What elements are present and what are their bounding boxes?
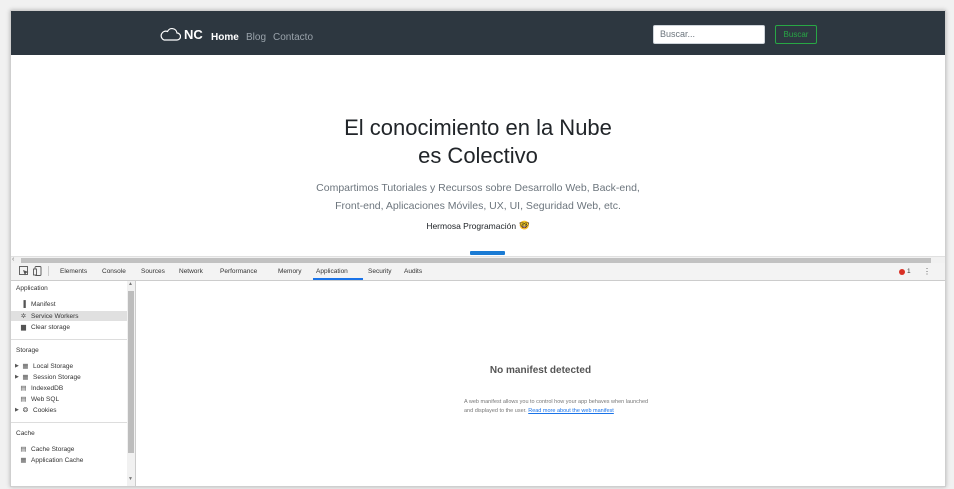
tab-memory[interactable]: Memory bbox=[278, 268, 301, 275]
sidebar-item-cookies[interactable]: ▶ ❂ Cookies bbox=[15, 406, 57, 415]
hero-title: El conocimiento en la Nube es Colectivo bbox=[11, 114, 945, 170]
manifest-panel: No manifest detected A web manifest allo… bbox=[136, 281, 945, 486]
read-more-link[interactable]: Read more about the web manifest bbox=[528, 408, 614, 414]
sidebar-item-label: Session Storage bbox=[33, 373, 81, 381]
tab-console[interactable]: Console bbox=[102, 268, 126, 275]
nav-blog-link[interactable]: Blog bbox=[246, 32, 266, 43]
hero-description: Compartimos Tutoriales y Recursos sobre … bbox=[11, 179, 945, 215]
tagline-text: Hermosa Programación bbox=[426, 220, 517, 231]
hero-tagline: Hermosa Programación 🤓 bbox=[11, 220, 945, 231]
site-navbar: NC Home Blog Contacto Buscar... Buscar bbox=[11, 11, 945, 55]
nav-home-link[interactable]: Home bbox=[211, 32, 239, 43]
grid-icon: ▦ bbox=[20, 457, 27, 464]
sidebar-item-web-sql[interactable]: ▤ Web SQL bbox=[19, 395, 60, 404]
sidebar-item-clear-storage[interactable]: ▆ Clear storage bbox=[19, 323, 71, 332]
hero-title-line2: es Colectivo bbox=[418, 143, 538, 168]
section-divider bbox=[11, 422, 127, 423]
sidebar-item-indexeddb[interactable]: ▤ IndexedDB bbox=[19, 384, 64, 393]
database-icon: ▤ bbox=[20, 385, 27, 392]
database-icon: ▤ bbox=[20, 396, 27, 403]
sidebar-item-label: Cache Storage bbox=[31, 445, 75, 453]
more-options-icon[interactable]: ⋮ bbox=[923, 267, 931, 276]
sidebar-item-label: Service Workers bbox=[31, 312, 79, 320]
sidebar-item-label: Cookies bbox=[33, 406, 57, 414]
gear-icon: ✲ bbox=[20, 313, 27, 320]
grid-icon: ▦ bbox=[22, 363, 29, 370]
tab-audits[interactable]: Audits bbox=[404, 268, 422, 275]
expand-arrow-icon[interactable]: ▶ bbox=[15, 363, 20, 369]
tab-performance[interactable]: Performance bbox=[220, 268, 257, 275]
expand-arrow-icon[interactable]: ▶ bbox=[15, 407, 20, 413]
sidebar-item-service-workers[interactable]: ✲ Service Workers bbox=[19, 312, 79, 321]
sidebar-item-label: Local Storage bbox=[33, 362, 74, 370]
tab-network[interactable]: Network bbox=[179, 268, 203, 275]
error-count: 1 bbox=[907, 268, 911, 275]
sidebar-item-session-storage[interactable]: ▶ ▦ Session Storage bbox=[15, 373, 81, 382]
application-sidebar: Application ▐ Manifest ✲ Service Workers… bbox=[11, 281, 136, 486]
grid-icon: ▦ bbox=[22, 374, 29, 381]
search-input[interactable]: Buscar... bbox=[653, 25, 765, 44]
tab-elements[interactable]: Elements bbox=[60, 268, 87, 275]
hero-cta-button[interactable] bbox=[470, 251, 505, 255]
sidebar-item-cache-storage[interactable]: ▤ Cache Storage bbox=[19, 445, 75, 454]
nav-contacto-link[interactable]: Contacto bbox=[273, 32, 313, 43]
hero-desc-line2: Front-end, Aplicaciones Móviles, UX, UI,… bbox=[335, 200, 621, 212]
sidebar-item-manifest[interactable]: ▐ Manifest bbox=[19, 301, 56, 308]
section-heading-cache: Cache bbox=[16, 430, 35, 437]
scroll-up-arrow-icon[interactable]: ▲ bbox=[128, 281, 133, 287]
sidebar-item-application-cache[interactable]: ▦ Application Cache bbox=[19, 456, 84, 465]
no-manifest-heading: No manifest detected bbox=[489, 365, 592, 376]
devtools-panel: Elements Console Sources Network Perform… bbox=[11, 263, 945, 486]
sidebar-item-label: Manifest bbox=[31, 301, 56, 308]
expand-arrow-icon[interactable]: ▶ bbox=[15, 374, 20, 380]
section-heading-storage: Storage bbox=[16, 347, 39, 354]
tab-sources[interactable]: Sources bbox=[141, 268, 165, 275]
hero-title-line1: El conocimiento en la Nube bbox=[344, 115, 612, 140]
browser-viewport: NC Home Blog Contacto Buscar... Buscar E… bbox=[10, 10, 946, 487]
cloud-icon bbox=[160, 27, 181, 41]
hero-desc-line1: Compartimos Tutoriales y Recursos sobre … bbox=[316, 182, 640, 194]
error-icon bbox=[899, 268, 905, 275]
scroll-down-arrow-icon[interactable]: ▼ bbox=[128, 476, 133, 482]
active-tab-indicator bbox=[313, 278, 363, 280]
trash-icon: ▆ bbox=[21, 324, 26, 331]
search-button[interactable]: Buscar bbox=[775, 25, 817, 44]
section-heading-application: Application bbox=[16, 285, 48, 292]
manifest-description: A web manifest allows you to control how… bbox=[464, 398, 654, 416]
nerd-face-icon: 🤓 bbox=[519, 220, 530, 230]
devtools-toolbar: Elements Console Sources Network Perform… bbox=[11, 263, 945, 281]
sidebar-item-label: Application Cache bbox=[31, 456, 84, 464]
sidebar-item-label: Web SQL bbox=[31, 395, 60, 403]
brand-logo[interactable]: NC bbox=[159, 25, 203, 43]
error-count-badge[interactable]: 1 bbox=[899, 268, 911, 275]
device-toolbar-icon[interactable] bbox=[33, 266, 43, 276]
section-divider bbox=[11, 339, 127, 340]
sidebar-scrollbar[interactable]: ▲ ▼ bbox=[127, 281, 135, 486]
sidebar-item-label: Clear storage bbox=[31, 323, 71, 331]
scrollbar-thumb[interactable] bbox=[128, 291, 134, 453]
toolbar-divider bbox=[48, 266, 49, 276]
cookie-icon: ❂ bbox=[22, 407, 29, 414]
sidebar-item-label: IndexedDB bbox=[31, 384, 64, 392]
database-icon: ▤ bbox=[20, 446, 27, 453]
document-icon: ▐ bbox=[21, 301, 26, 308]
brand-text: NC bbox=[184, 26, 203, 42]
tab-security[interactable]: Security bbox=[368, 268, 391, 275]
inspect-element-icon[interactable] bbox=[19, 266, 29, 276]
scroll-left-arrow-icon[interactable]: ‹ bbox=[12, 256, 14, 263]
tab-application[interactable]: Application bbox=[316, 268, 348, 275]
sidebar-item-local-storage[interactable]: ▶ ▦ Local Storage bbox=[15, 362, 74, 371]
